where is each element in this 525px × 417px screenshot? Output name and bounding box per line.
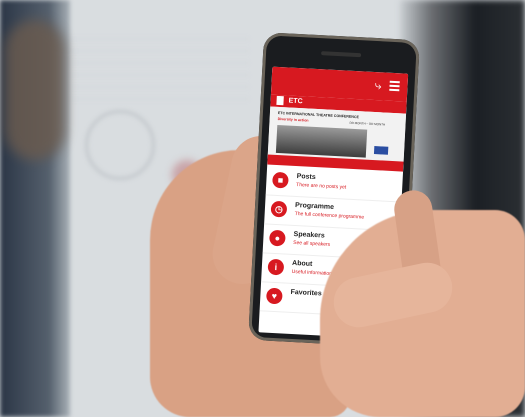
chat-icon: ■	[272, 171, 289, 189]
conference-banner[interactable]: ETC INTERNATIONAL THEATRE CONFERENCE Div…	[267, 106, 407, 172]
people-icon: ●	[268, 229, 286, 247]
menu-item-label: Speakers	[293, 230, 325, 240]
info-icon: i	[267, 258, 285, 276]
menu-icon[interactable]	[389, 80, 400, 94]
phone-speaker	[321, 51, 362, 58]
background-wall	[60, 30, 250, 110]
menu-item-description: See all speakers	[293, 239, 331, 248]
background-circle-sign	[85, 110, 155, 180]
share-icon[interactable]: ⤷	[374, 78, 381, 92]
photo-scene: ⤷ ETC ETC INTERNATIONAL THEATRE CONFEREN…	[0, 0, 525, 417]
banner-subtitle: Diversity in action	[277, 116, 309, 123]
brand-label: ETC	[288, 97, 303, 106]
menu-item-description: The full conference programme	[294, 210, 365, 221]
heart-icon: ♥	[265, 287, 283, 305]
background-head	[5, 20, 65, 160]
menu-item-label: About	[291, 259, 313, 268]
eu-flag-icon	[373, 146, 389, 155]
menu-item-label: Favorites	[290, 288, 322, 298]
menu-item-label: Posts	[296, 173, 316, 182]
banner-dates: DD MONTH – DD MONTH	[349, 120, 386, 127]
banner-photo	[275, 124, 368, 158]
clock-icon: ◷	[270, 200, 288, 218]
menu-item-description: Useful information	[291, 268, 333, 278]
logo-icon	[276, 95, 284, 106]
menu-item-description: There are no posts yet	[296, 182, 347, 191]
